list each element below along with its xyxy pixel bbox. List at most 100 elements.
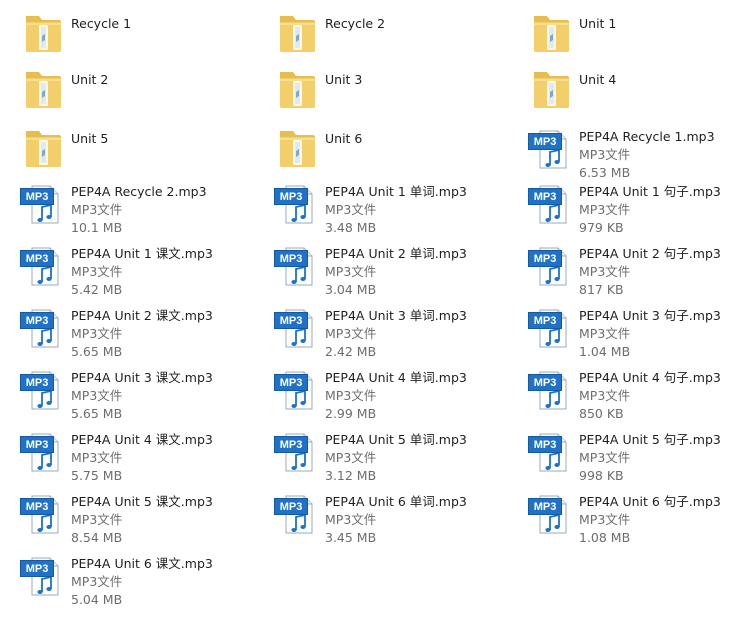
item-type: MP3文件 xyxy=(325,388,377,403)
item-type: MP3文件 xyxy=(325,512,377,527)
folder-icon xyxy=(20,10,66,60)
file-item[interactable]: MP3 PEP4A Unit 6 课文.mp3 MP3文件 5.04 MB xyxy=(20,552,260,608)
item-name: Recycle 1 xyxy=(71,16,132,31)
file-item[interactable]: MP3 PEP4A Recycle 1.mp3 MP3文件 6.53 MB xyxy=(528,125,735,181)
file-item[interactable]: MP3 PEP4A Unit 6 句子.mp3 MP3文件 1.08 MB xyxy=(528,490,735,546)
folder-icon xyxy=(274,10,320,60)
item-name: PEP4A Recycle 1.mp3 xyxy=(579,129,715,144)
item-name: Unit 5 xyxy=(71,131,109,146)
mp3-file-icon: MP3 xyxy=(20,366,66,416)
item-size: 5.75 MB xyxy=(71,468,123,483)
item-type: MP3文件 xyxy=(71,388,123,403)
folder-icon xyxy=(274,125,320,175)
item-name: PEP4A Unit 1 单词.mp3 xyxy=(325,184,467,199)
item-name: PEP4A Unit 2 课文.mp3 xyxy=(71,308,213,323)
item-name: PEP4A Unit 3 单词.mp3 xyxy=(325,308,467,323)
file-item[interactable]: MP3 PEP4A Unit 1 课文.mp3 MP3文件 5.42 MB xyxy=(20,242,260,298)
mp3-badge: MP3 xyxy=(20,560,54,577)
item-size: 10.1 MB xyxy=(71,220,123,235)
folder-item[interactable]: Recycle 1 xyxy=(20,10,260,66)
item-name: Unit 3 xyxy=(325,72,363,87)
item-size: 5.42 MB xyxy=(71,282,123,297)
mp3-file-icon: MP3 xyxy=(528,428,574,478)
item-size: 850 KB xyxy=(579,406,624,421)
item-size: 3.12 MB xyxy=(325,468,377,483)
item-type: MP3文件 xyxy=(71,512,123,527)
item-name: Unit 2 xyxy=(71,72,109,87)
file-item[interactable]: MP3 PEP4A Unit 5 句子.mp3 MP3文件 998 KB xyxy=(528,428,735,484)
mp3-badge: MP3 xyxy=(274,188,308,205)
folder-icon xyxy=(20,66,66,116)
item-name: PEP4A Unit 1 句子.mp3 xyxy=(579,184,721,199)
folder-icon xyxy=(528,66,574,116)
file-item[interactable]: MP3 PEP4A Unit 1 单词.mp3 MP3文件 3.48 MB xyxy=(274,180,514,236)
mp3-file-icon: MP3 xyxy=(20,304,66,354)
mp3-file-icon: MP3 xyxy=(274,304,320,354)
item-size: 8.54 MB xyxy=(71,530,123,545)
item-name: PEP4A Unit 4 课文.mp3 xyxy=(71,432,213,447)
mp3-file-icon: MP3 xyxy=(528,366,574,416)
file-item[interactable]: MP3 PEP4A Unit 3 句子.mp3 MP3文件 1.04 MB xyxy=(528,304,735,360)
item-type: MP3文件 xyxy=(579,388,631,403)
mp3-file-icon: MP3 xyxy=(274,180,320,230)
item-type: MP3文件 xyxy=(579,147,631,162)
folder-item[interactable]: Recycle 2 xyxy=(274,10,514,66)
item-name: Recycle 2 xyxy=(325,16,386,31)
item-type: MP3文件 xyxy=(579,450,631,465)
mp3-badge: MP3 xyxy=(528,250,562,267)
mp3-badge: MP3 xyxy=(274,436,308,453)
mp3-badge: MP3 xyxy=(528,312,562,329)
folder-item[interactable]: Unit 5 xyxy=(20,125,260,181)
item-name: PEP4A Unit 4 单词.mp3 xyxy=(325,370,467,385)
folder-item[interactable]: Unit 4 xyxy=(528,66,735,122)
file-item[interactable]: MP3 PEP4A Unit 3 单词.mp3 MP3文件 2.42 MB xyxy=(274,304,514,360)
file-item[interactable]: MP3 PEP4A Unit 4 句子.mp3 MP3文件 850 KB xyxy=(528,366,735,422)
file-item[interactable]: MP3 PEP4A Unit 2 句子.mp3 MP3文件 817 KB xyxy=(528,242,735,298)
mp3-file-icon: MP3 xyxy=(20,180,66,230)
item-name: PEP4A Unit 6 句子.mp3 xyxy=(579,494,721,509)
mp3-badge: MP3 xyxy=(20,188,54,205)
file-item[interactable]: MP3 PEP4A Unit 3 课文.mp3 MP3文件 5.65 MB xyxy=(20,366,260,422)
item-size: 3.45 MB xyxy=(325,530,377,545)
mp3-badge: MP3 xyxy=(528,436,562,453)
mp3-file-icon: MP3 xyxy=(528,304,574,354)
mp3-file-icon: MP3 xyxy=(528,490,574,540)
mp3-file-icon: MP3 xyxy=(528,125,574,175)
file-item[interactable]: MP3 PEP4A Unit 5 单词.mp3 MP3文件 3.12 MB xyxy=(274,428,514,484)
item-size: 3.48 MB xyxy=(325,220,377,235)
mp3-file-icon: MP3 xyxy=(528,242,574,292)
mp3-badge: MP3 xyxy=(528,133,562,150)
mp3-file-icon: MP3 xyxy=(274,366,320,416)
folder-item[interactable]: Unit 2 xyxy=(20,66,260,122)
file-item[interactable]: MP3 PEP4A Unit 2 课文.mp3 MP3文件 5.65 MB xyxy=(20,304,260,360)
file-item[interactable]: MP3 PEP4A Unit 1 句子.mp3 MP3文件 979 KB xyxy=(528,180,735,236)
item-name: PEP4A Unit 4 句子.mp3 xyxy=(579,370,721,385)
item-name: Unit 6 xyxy=(325,131,363,146)
file-item[interactable]: MP3 PEP4A Unit 2 单词.mp3 MP3文件 3.04 MB xyxy=(274,242,514,298)
mp3-file-icon: MP3 xyxy=(274,242,320,292)
mp3-file-icon: MP3 xyxy=(274,428,320,478)
mp3-badge: MP3 xyxy=(20,436,54,453)
mp3-badge: MP3 xyxy=(274,498,308,515)
folder-item[interactable]: Unit 1 xyxy=(528,10,735,66)
item-type: MP3文件 xyxy=(579,264,631,279)
item-name: PEP4A Unit 2 单词.mp3 xyxy=(325,246,467,261)
folder-item[interactable]: Unit 3 xyxy=(274,66,514,122)
mp3-badge: MP3 xyxy=(20,312,54,329)
mp3-badge: MP3 xyxy=(528,498,562,515)
mp3-file-icon: MP3 xyxy=(20,428,66,478)
file-item[interactable]: MP3 PEP4A Unit 5 课文.mp3 MP3文件 8.54 MB xyxy=(20,490,260,546)
item-type: MP3文件 xyxy=(579,202,631,217)
item-type: MP3文件 xyxy=(579,512,631,527)
mp3-badge: MP3 xyxy=(528,374,562,391)
item-name: PEP4A Unit 6 单词.mp3 xyxy=(325,494,467,509)
file-item[interactable]: MP3 PEP4A Unit 4 课文.mp3 MP3文件 5.75 MB xyxy=(20,428,260,484)
file-item[interactable]: MP3 PEP4A Recycle 2.mp3 MP3文件 10.1 MB xyxy=(20,180,260,236)
item-size: 5.65 MB xyxy=(71,344,123,359)
folder-item[interactable]: Unit 6 xyxy=(274,125,514,181)
item-name: PEP4A Unit 2 句子.mp3 xyxy=(579,246,721,261)
item-name: Unit 4 xyxy=(579,72,617,87)
file-item[interactable]: MP3 PEP4A Unit 4 单词.mp3 MP3文件 2.99 MB xyxy=(274,366,514,422)
file-item[interactable]: MP3 PEP4A Unit 6 单词.mp3 MP3文件 3.45 MB xyxy=(274,490,514,546)
mp3-badge: MP3 xyxy=(274,374,308,391)
